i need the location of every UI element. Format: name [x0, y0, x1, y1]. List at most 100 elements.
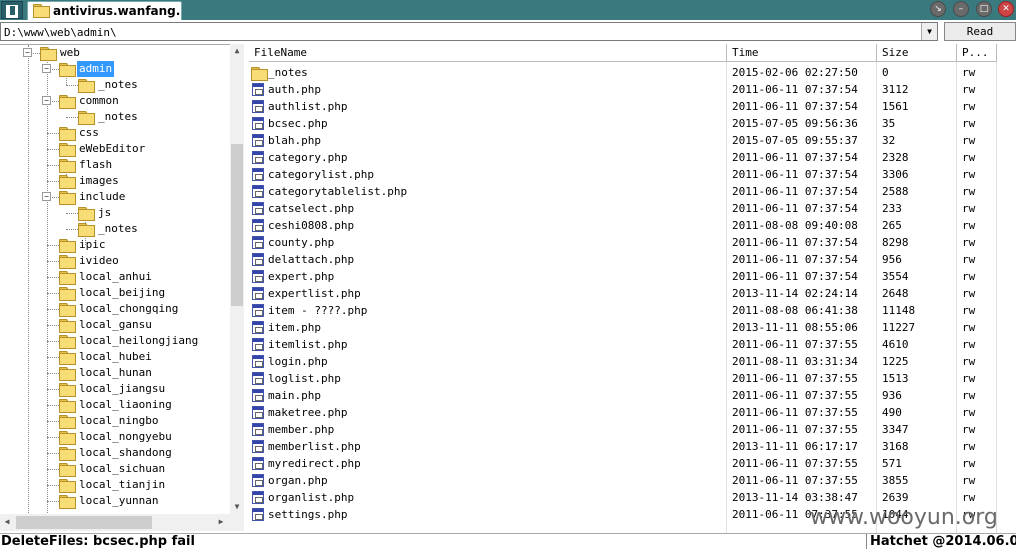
scroll-right-icon[interactable]: ▶ — [214, 515, 228, 529]
tree-item[interactable]: local_liaoning — [0, 397, 230, 413]
read-button[interactable]: Read — [944, 22, 1016, 41]
folder-icon — [78, 111, 95, 125]
file-row[interactable]: county.php 2011-06-11 07:37:54 8298 rw — [249, 234, 1016, 251]
tree-item[interactable]: local_ningbo — [0, 413, 230, 429]
column-header-size[interactable]: Size — [877, 44, 957, 62]
close-button[interactable]: ✕ — [998, 1, 1014, 17]
tree-item[interactable]: local_beijing — [0, 285, 230, 301]
collapse-toggle-icon[interactable]: − — [42, 192, 51, 201]
file-row[interactable]: member.php 2011-06-11 07:37:55 3347 rw — [249, 421, 1016, 438]
tree-item[interactable]: local_yunnan — [0, 493, 230, 509]
collapse-toggle-icon[interactable]: − — [42, 64, 51, 73]
app-menu-icon[interactable] — [1, 1, 23, 19]
file-permission: rw — [962, 321, 976, 334]
tree-item-label: local_sichuan — [79, 462, 166, 475]
file-row[interactable]: expertlist.php 2013-11-14 02:24:14 2648 rw — [249, 285, 1016, 302]
file-row[interactable]: organlist.php 2013-11-14 03:38:47 2639 rw — [249, 489, 1016, 506]
file-name: memberlist.php — [268, 440, 361, 453]
tree-item[interactable]: local_anhui — [0, 269, 230, 285]
chevron-down-icon[interactable]: ▼ — [921, 23, 937, 40]
tree-connector — [47, 421, 59, 422]
tree-item[interactable]: _notes — [0, 77, 230, 93]
scroll-down-icon[interactable]: ▼ — [230, 500, 244, 514]
file-row[interactable]: blah.php 2015-07-05 09:55:37 32 rw — [249, 132, 1016, 149]
column-header-filename[interactable]: FileName — [249, 44, 727, 62]
tree-item[interactable]: ipic — [0, 237, 230, 253]
tree-item[interactable]: css — [0, 125, 230, 141]
file-row[interactable]: login.php 2011-08-11 03:31:34 1225 rw — [249, 353, 1016, 370]
tree-item[interactable]: − admin — [0, 61, 230, 77]
file-row[interactable]: expert.php 2011-06-11 07:37:54 3554 rw — [249, 268, 1016, 285]
file-row[interactable]: categorytablelist.php 2011-06-11 07:37:54… — [249, 183, 1016, 200]
minimize-button[interactable]: – — [953, 1, 969, 17]
file-name: categorytablelist.php — [268, 185, 408, 198]
tree-item[interactable]: local_sichuan — [0, 461, 230, 477]
file-name: bcsec.php — [268, 117, 328, 130]
file-list[interactable]: FileName Time Size P... _notes 2015-02-06… — [249, 44, 1016, 534]
path-input[interactable]: D:\www\web\admin\ — [4, 26, 117, 39]
file-row[interactable]: delattach.php 2011-06-11 07:37:54 956 rw — [249, 251, 1016, 268]
scroll-up-icon[interactable]: ▲ — [230, 44, 244, 58]
tree-item[interactable]: local_jiangsu — [0, 381, 230, 397]
tree-horizontal-scrollbar[interactable]: ◀ ▶ — [0, 514, 244, 531]
file-row[interactable]: itemlist.php 2011-06-11 07:37:55 4610 rw — [249, 336, 1016, 353]
tree-item-label: local_gansu — [79, 318, 152, 331]
tree-item[interactable]: ivideo — [0, 253, 230, 269]
file-row[interactable]: catselect.php 2011-06-11 07:37:54 233 rw — [249, 200, 1016, 217]
collapse-toggle-icon[interactable]: − — [42, 96, 51, 105]
file-row[interactable]: organ.php 2011-06-11 07:37:55 3855 rw — [249, 472, 1016, 489]
file-row[interactable]: ceshi0808.php 2011-08-08 09:40:08 265 rw — [249, 217, 1016, 234]
file-time: 2013-11-11 06:17:17 — [732, 440, 858, 453]
tree-item[interactable]: local_shandong — [0, 445, 230, 461]
tree-item[interactable]: js — [0, 205, 230, 221]
php-file-icon — [252, 304, 264, 317]
scroll-thumb[interactable] — [231, 144, 243, 306]
tree-item[interactable]: local_chongqing — [0, 301, 230, 317]
php-file-icon — [252, 151, 264, 164]
tree-item[interactable]: local_gansu — [0, 317, 230, 333]
tree-item[interactable]: images — [0, 173, 230, 189]
tree-vertical-scrollbar[interactable]: ▲ ▼ — [230, 44, 244, 514]
file-row[interactable]: myredirect.php 2011-06-11 07:37:55 571 rw — [249, 455, 1016, 472]
tree-item[interactable]: − include — [0, 189, 230, 205]
file-row[interactable]: main.php 2011-06-11 07:37:55 936 rw — [249, 387, 1016, 404]
file-row[interactable]: authlist.php 2011-06-11 07:37:54 1561 rw — [249, 98, 1016, 115]
file-size: 11227 — [882, 321, 916, 334]
file-size: 265 — [882, 219, 902, 232]
tree-item[interactable]: eWebEditor — [0, 141, 230, 157]
maximize-button[interactable]: □ — [976, 1, 992, 17]
file-row[interactable]: maketree.php 2011-06-11 07:37:55 490 rw — [249, 404, 1016, 421]
tree-item[interactable]: _notes — [0, 221, 230, 237]
tree-item[interactable]: local_hunan — [0, 365, 230, 381]
tree-item[interactable]: local_hubei — [0, 349, 230, 365]
column-header-permission[interactable]: P... — [957, 44, 997, 62]
directory-tree[interactable]: − web − admin _notes − common _notes css eWebEdit… — [0, 44, 244, 514]
tree-item[interactable]: local_tianjin — [0, 477, 230, 493]
scroll-left-icon[interactable]: ◀ — [0, 515, 14, 529]
folder-icon — [33, 4, 50, 18]
tree-item[interactable]: − common — [0, 93, 230, 109]
column-header-time[interactable]: Time — [727, 44, 877, 62]
file-row[interactable]: memberlist.php 2013-11-11 06:17:17 3168 rw — [249, 438, 1016, 455]
collapse-toggle-icon[interactable]: − — [23, 48, 32, 57]
file-row[interactable]: _notes 2015-02-06 02:27:50 0 rw — [249, 64, 1016, 81]
file-row[interactable]: bcsec.php 2015-07-05 09:56:36 35 rw — [249, 115, 1016, 132]
file-permission: rw — [962, 372, 976, 385]
tree-item[interactable]: local_heilongjiang — [0, 333, 230, 349]
tree-item[interactable]: flash — [0, 157, 230, 173]
file-size: 0 — [882, 66, 889, 79]
file-row[interactable]: item.php 2013-11-11 08:55:06 11227 rw — [249, 319, 1016, 336]
tree-item[interactable]: local_nongyebu — [0, 429, 230, 445]
pin-icon[interactable]: ↘ — [930, 1, 946, 17]
file-row[interactable]: loglist.php 2011-06-11 07:37:55 1513 rw — [249, 370, 1016, 387]
file-row[interactable]: category.php 2011-06-11 07:37:54 2328 rw — [249, 149, 1016, 166]
file-row[interactable]: categorylist.php 2011-06-11 07:37:54 3306 r… — [249, 166, 1016, 183]
h-scroll-thumb[interactable] — [16, 516, 152, 529]
tab-antivirus[interactable]: antivirus.wanfang... — [27, 1, 182, 20]
path-combobox[interactable]: D:\www\web\admin\ ▼ — [0, 22, 938, 41]
file-row[interactable]: auth.php 2011-06-11 07:37:54 3112 rw — [249, 81, 1016, 98]
tree-item[interactable]: − web — [0, 45, 230, 61]
tree-item[interactable]: _notes — [0, 109, 230, 125]
folder-icon — [59, 479, 76, 493]
file-row[interactable]: item - ????.php 2011-08-08 06:41:38 11148 r… — [249, 302, 1016, 319]
